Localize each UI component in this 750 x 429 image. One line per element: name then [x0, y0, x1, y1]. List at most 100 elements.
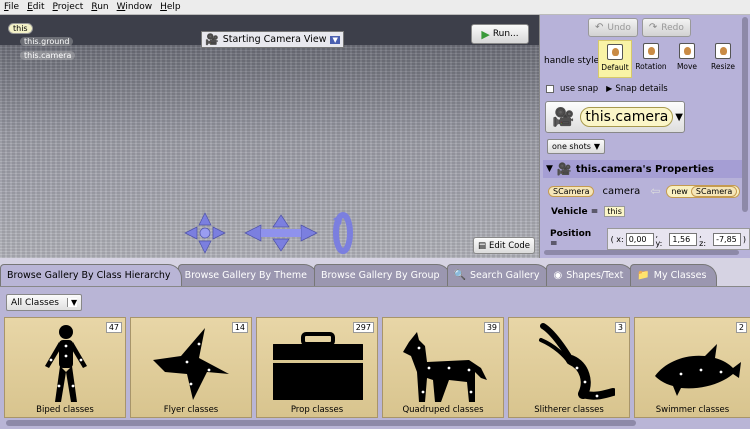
position-value: ( x: 0,00 , y: 1,56 , z: -7,85 ): [606, 228, 750, 250]
scene-tag-ground[interactable]: this.ground: [20, 37, 74, 46]
undo-arrow-icon: ↶: [595, 22, 604, 33]
scene-view[interactable]: this this.ground this.camera 🎥 Starting …: [0, 15, 539, 258]
one-shots-button[interactable]: one shots ▼: [547, 139, 606, 154]
vehicle-label: Vehicle =: [551, 206, 599, 217]
tab-shapes-text[interactable]: ◉ Shapes/Text: [546, 264, 635, 286]
class-filter-label: All Classes: [11, 297, 59, 308]
tab-label: Browse Gallery By Group: [320, 270, 440, 281]
one-shots-label: one shots: [552, 142, 591, 151]
document-icon: ▤: [478, 240, 487, 251]
redo-button[interactable]: ↷ Redo: [641, 18, 691, 37]
edit-code-button[interactable]: ▤ Edit Code: [473, 237, 535, 254]
card-label: Biped classes: [36, 405, 94, 415]
y-field[interactable]: 1,56: [669, 232, 698, 246]
slitherer-silhouette-icon: [539, 323, 615, 400]
z-field[interactable]: -7,85: [713, 232, 741, 246]
initializer-pill: new SCamera: [666, 184, 741, 198]
menu-file[interactable]: File: [4, 2, 19, 12]
rotate-handle-icon[interactable]: [184, 212, 226, 254]
arrow-left-icon: ⇦: [650, 184, 661, 198]
handle-option-label: Move: [676, 62, 698, 71]
undo-button[interactable]: ↶ Undo: [588, 18, 638, 37]
move-handle-icon: [679, 43, 695, 59]
gallery-cards: 47 Biped classes 14 Flyer classes 297 Pr…: [4, 317, 750, 418]
camera-view-label: Starting Camera View: [222, 34, 327, 45]
card-label: Quadruped classes: [402, 405, 484, 415]
properties-header[interactable]: ▼ 🎥 this.camera's Properties: [543, 160, 743, 178]
declaration-row: SCamera camera ⇦ new SCamera: [548, 184, 741, 198]
move-handle-icon[interactable]: [244, 214, 318, 252]
card-label: Swimmer classes: [655, 405, 730, 415]
tab-label: Browse Gallery By Class Hierarchy: [7, 270, 171, 281]
handle-option-label: Default: [601, 63, 629, 72]
selected-object-pill: this.camera: [580, 107, 674, 127]
tab-label: Search Gallery: [469, 270, 540, 281]
properties-title: this.camera's Properties: [575, 163, 714, 175]
paren-open: (: [610, 234, 614, 244]
tab-class-hierarchy[interactable]: Browse Gallery By Class Hierarchy: [0, 264, 182, 286]
snap-details-label: Snap details: [615, 84, 668, 94]
selected-object-dropdown[interactable]: 🎥 this.camera ▼: [545, 101, 685, 133]
tab-label: Shapes/Text: [566, 270, 624, 281]
undo-label: Undo: [607, 22, 631, 33]
run-button[interactable]: ▶ Run...: [471, 24, 529, 44]
undo-redo-group: ↶ Undo ↷ Redo: [588, 18, 691, 37]
scene-tag-this[interactable]: this: [8, 23, 33, 34]
edit-code-label: Edit Code: [489, 240, 530, 251]
gallery-card-quadruped[interactable]: 39 Quadruped classes: [382, 317, 504, 418]
gallery-scrollbar[interactable]: [6, 420, 636, 426]
use-snap-label: use snap: [560, 84, 599, 94]
z-label: , z:: [699, 230, 707, 248]
film-camera-icon: 🎥: [556, 162, 572, 176]
chevron-down-icon: ▼: [330, 35, 340, 44]
triangle-down-icon: ▼: [546, 164, 553, 174]
gallery-card-biped[interactable]: 47 Biped classes: [4, 317, 126, 418]
film-camera-icon: 🎥: [552, 106, 575, 128]
horizontal-scrollbar[interactable]: [544, 250, 739, 255]
gallery-panel: All Classes ▼ 47 Biped classes 14 Flyer …: [0, 286, 750, 429]
tab-search-gallery[interactable]: 🔍 Search Gallery: [446, 264, 551, 286]
handle-style-options: Default Rotation Move Resize: [598, 40, 740, 78]
tab-group[interactable]: Browse Gallery By Group: [313, 264, 451, 286]
menu-edit[interactable]: Edit: [27, 2, 44, 12]
scene-tag-camera[interactable]: this.camera: [20, 51, 76, 60]
gallery-card-swimmer[interactable]: 2 Swimmer classes: [634, 317, 750, 418]
tab-my-classes[interactable]: 📁 My Classes: [630, 264, 718, 286]
chevron-down-icon: ▼: [66, 298, 78, 307]
tab-label: Browse Gallery By Theme: [184, 270, 307, 281]
transform-handles[interactable]: [183, 211, 363, 256]
position-label: Position =: [550, 229, 592, 249]
handle-option-rotation[interactable]: Rotation: [634, 40, 668, 78]
tab-theme[interactable]: Browse Gallery By Theme: [177, 264, 318, 286]
gallery-card-flyer[interactable]: 14 Flyer classes: [130, 317, 252, 418]
gallery-card-slitherer[interactable]: 3 Slitherer classes: [508, 317, 630, 418]
handle-option-resize[interactable]: Resize: [706, 40, 740, 78]
menu-help[interactable]: Help: [160, 2, 181, 12]
x-field[interactable]: 0,00: [625, 232, 654, 246]
handle-option-label: Rotation: [635, 62, 667, 71]
spin-handle-icon[interactable]: [333, 212, 353, 254]
gallery-card-prop[interactable]: 297 Prop classes: [256, 317, 378, 418]
card-label: Slitherer classes: [534, 405, 604, 415]
field-name: camera: [602, 185, 641, 197]
handle-option-default[interactable]: Default: [598, 40, 632, 78]
use-snap-checkbox[interactable]: [546, 85, 554, 93]
snap-row: use snap ▶ Snap details: [546, 84, 668, 94]
vertical-scrollbar[interactable]: [742, 17, 748, 212]
menu-window[interactable]: Window: [117, 2, 153, 12]
camera-view-select[interactable]: 🎥 Starting Camera View ▼: [201, 31, 344, 48]
film-camera-icon: 🎥: [205, 33, 219, 46]
vehicle-value[interactable]: this: [604, 206, 625, 217]
paren-close: ): [742, 234, 746, 244]
gallery-tabs: Browse Gallery By Class Hierarchy Browse…: [0, 264, 750, 286]
quadruped-silhouette-icon: [403, 332, 487, 402]
menu-project[interactable]: Project: [53, 2, 84, 12]
handle-option-move[interactable]: Move: [670, 40, 704, 78]
resize-handle-icon: [715, 43, 731, 59]
card-label: Prop classes: [290, 405, 344, 415]
properties-panel: ↶ Undo ↷ Redo handle style: Default Rota…: [539, 15, 750, 258]
type-pill: SCamera: [548, 185, 595, 197]
snap-details-toggle[interactable]: ▶ Snap details: [606, 84, 668, 94]
class-filter-select[interactable]: All Classes ▼: [6, 294, 83, 311]
menu-run[interactable]: Run: [91, 2, 108, 12]
